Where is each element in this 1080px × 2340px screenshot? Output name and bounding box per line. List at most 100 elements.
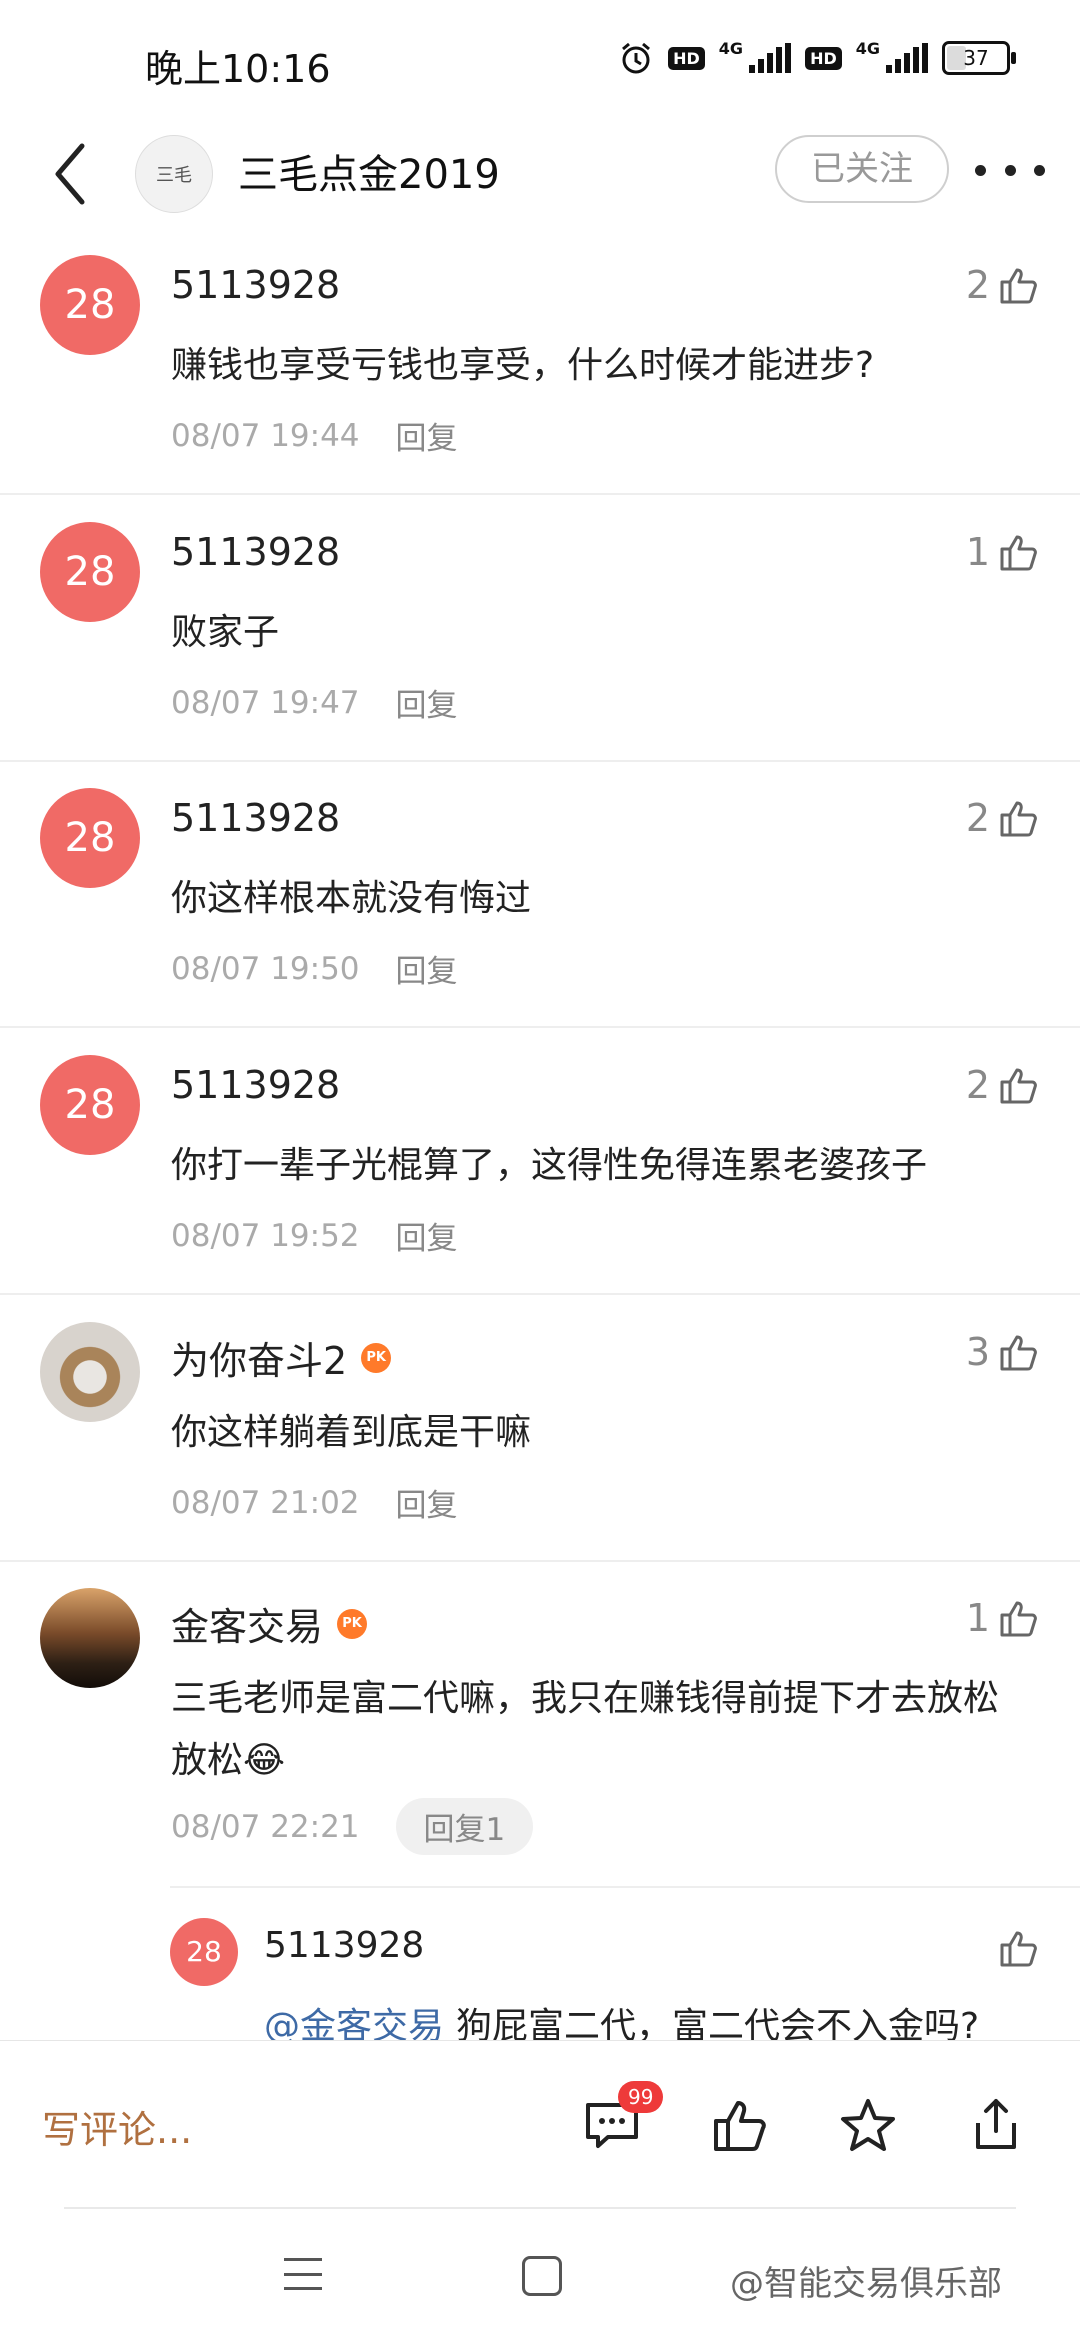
system-nav-bar: @智能交易俱乐部 <box>0 2210 1080 2340</box>
comment-author[interactable]: 5113928 <box>171 530 340 574</box>
thumbs-up-icon <box>1000 1335 1037 1371</box>
comment-time: 08/07 19:52 <box>171 1217 360 1254</box>
comment-time: 08/07 21:02 <box>171 1484 360 1521</box>
comment-author[interactable]: 为你奋斗2 PK <box>171 1330 392 1385</box>
divider <box>0 1293 1080 1295</box>
reply-button[interactable]: 回复 <box>396 1480 458 1525</box>
alarm-icon <box>622 42 651 74</box>
like-button[interactable]: 2 <box>966 1063 1040 1107</box>
comment-author[interactable]: 5113928 <box>171 796 340 840</box>
divider <box>0 493 1080 495</box>
hd-icon-2: HD <box>805 46 842 70</box>
share-icon[interactable] <box>964 2093 1028 2157</box>
watermark: @智能交易俱乐部 <box>730 2264 1002 2304</box>
comment-item: 28 5113928 2 你打一辈子光棍算了，这得性免得连累老婆孩子 08/07… <box>0 1055 1080 1295</box>
comment-action-bar: 写评论... 99 <box>0 2040 1080 2211</box>
like-button[interactable]: 3 <box>966 1330 1040 1374</box>
reply-count-button[interactable]: 回复1 <box>395 1798 534 1855</box>
like-count: 2 <box>965 263 990 307</box>
nested-reply: 28 5113928 @金客交易 狗屁富二代，富二代会不入金吗? <box>0 1905 1080 2047</box>
comment-time: 08/07 19:50 <box>171 950 360 987</box>
like-button[interactable]: 1 <box>966 1596 1040 1640</box>
thumbs-up-icon <box>1000 1601 1037 1637</box>
status-icons: HD 4G HD 4G 37 <box>618 38 1016 76</box>
divider <box>0 1026 1080 1028</box>
write-comment-input[interactable]: 写评论... <box>42 2099 192 2154</box>
comment-meta: 08/07 21:02 回复 <box>171 1480 458 1525</box>
divider <box>0 760 1080 762</box>
comment-author[interactable]: 5113928 <box>171 1063 340 1107</box>
network-type: 4G <box>718 38 744 58</box>
thumbs-up-icon <box>1000 1931 1037 1967</box>
comment-meta: 08/07 19:47 回复 <box>171 680 458 725</box>
back-icon[interactable] <box>44 136 100 212</box>
hd-icon: HD <box>668 46 705 70</box>
like-count: 3 <box>965 1330 990 1374</box>
comment-meta: 08/07 19:50 回复 <box>171 946 458 991</box>
signal-icon-2 <box>886 43 928 73</box>
comment-item: 28 5113928 2 你这样根本就没有悔过 08/07 19:50 回复 <box>0 788 1080 1028</box>
network-type-2: 4G <box>855 38 880 58</box>
reply-button[interactable]: 回复 <box>396 680 458 725</box>
like-count: 1 <box>965 530 990 574</box>
thumbs-up-icon <box>1000 1068 1037 1104</box>
comment-text: 赚钱也享受亏钱也享受，什么时候才能进步? <box>171 345 875 386</box>
like-count: 1 <box>965 1596 990 1640</box>
reply-button[interactable]: 回复 <box>396 1213 458 1258</box>
divider <box>170 1886 1080 1888</box>
comment-text: 你这样躺着到底是干嘛 <box>171 1412 532 1453</box>
comment-item: 为你奋斗2 PK 3 你这样躺着到底是干嘛 08/07 21:02 回复 <box>0 1322 1080 1562</box>
comment-item: 28 5113928 1 败家子 08/07 19:47 回复 <box>0 522 1080 762</box>
like-button[interactable]: 2 <box>966 263 1040 307</box>
like-count: 2 <box>965 796 990 840</box>
divider <box>64 2207 1016 2209</box>
divider <box>0 1560 1080 1562</box>
like-button[interactable]: 2 <box>966 796 1040 840</box>
comment-author[interactable]: 金客交易 PK <box>171 1596 368 1651</box>
battery-icon: 37 <box>942 41 1016 75</box>
comment-meta: 08/07 19:52 回复 <box>171 1213 458 1258</box>
menu-icon[interactable] <box>284 2258 322 2290</box>
home-icon[interactable] <box>522 2256 562 2296</box>
page-header: 三毛 三毛点金2019 已关注 <box>0 120 1080 230</box>
pk-badge-icon: PK <box>337 1608 368 1639</box>
comment-meta: 08/07 19:44 回复 <box>171 413 458 458</box>
reply-button[interactable]: 回复 <box>396 413 458 458</box>
avatar[interactable]: 28 <box>170 1918 238 1986</box>
status-bar: 晚上10:16 HD 4G HD 4G 37 <box>0 0 1080 120</box>
pk-badge-icon: PK <box>361 1342 392 1373</box>
comment-count-badge: 99 <box>618 2081 664 2113</box>
comment-text: 败家子 <box>171 612 280 653</box>
comment-text: 你这样根本就没有悔过 <box>171 878 532 919</box>
status-time: 晚上10:16 <box>145 47 331 91</box>
like-button[interactable]: 1 <box>966 530 1040 574</box>
comment-item: 28 5113928 2 赚钱也享受亏钱也享受，什么时候才能进步? 08/07 … <box>0 255 1080 495</box>
reply-button[interactable]: 回复 <box>396 946 458 991</box>
avatar[interactable] <box>40 1322 140 1422</box>
comment-text: 你打一辈子光棍算了，这得性免得连累老婆孩子 <box>171 1145 928 1186</box>
thumbs-up-icon <box>1000 801 1037 837</box>
like-button[interactable] <box>998 1927 1040 1973</box>
avatar[interactable]: 28 <box>40 788 140 888</box>
comment-meta: 08/07 22:21 回复1 <box>171 1798 534 1855</box>
thumbs-up-icon <box>1000 535 1037 571</box>
thumbs-up-icon <box>1000 268 1037 304</box>
comment-time: 08/07 22:21 <box>171 1808 360 1845</box>
comment-time: 08/07 19:44 <box>171 417 360 454</box>
avatar[interactable]: 28 <box>40 1055 140 1155</box>
author-avatar[interactable]: 三毛 <box>135 135 213 213</box>
reply-author[interactable]: 5113928 <box>264 1925 424 1966</box>
comment-text: 三毛老师是富二代嘛，我只在赚钱得前提下才去放松放松😂 <box>171 1678 1000 1781</box>
follow-button[interactable]: 已关注 <box>775 135 949 203</box>
avatar[interactable] <box>40 1588 140 1688</box>
thumbs-up-icon[interactable] <box>708 2093 772 2157</box>
star-icon[interactable] <box>836 2093 900 2157</box>
avatar[interactable]: 28 <box>40 522 140 622</box>
page-title[interactable]: 三毛点金2019 <box>238 142 500 200</box>
comment-author[interactable]: 5113928 <box>171 263 340 307</box>
signal-icon <box>749 43 792 73</box>
comment-time: 08/07 19:47 <box>171 684 360 721</box>
comment-item: 金客交易 PK 1 三毛老师是富二代嘛，我只在赚钱得前提下才去放松放松😂 08/0… <box>0 1588 1080 1888</box>
more-icon[interactable] <box>975 150 1045 190</box>
avatar[interactable]: 28 <box>40 255 140 355</box>
